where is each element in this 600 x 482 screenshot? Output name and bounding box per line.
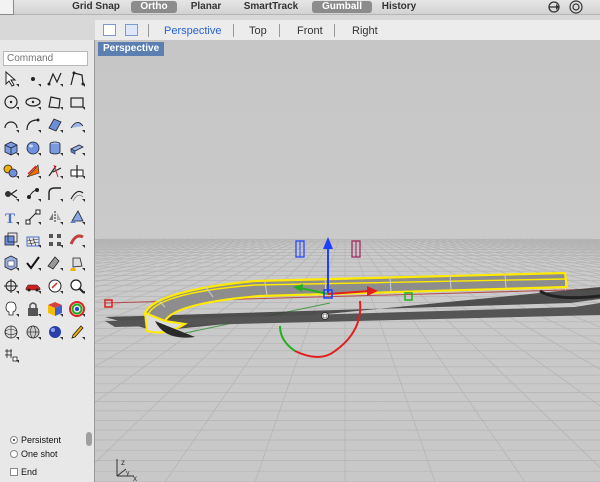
grid-sphere-icon[interactable] [2,323,20,341]
filter-icon[interactable] [547,0,561,14]
tab-top[interactable]: Top [249,24,267,38]
explode-icon[interactable] [2,185,20,203]
render-icon[interactable] [46,300,64,318]
one-shot-radio[interactable] [10,450,18,458]
axis-x-label: x [133,474,137,482]
smarttrack-toggle[interactable]: SmartTrack [239,1,303,13]
window-edge-button[interactable] [0,0,14,15]
select-arrow-icon[interactable] [2,70,20,88]
tab-front[interactable]: Front [297,24,323,38]
end-option[interactable]: End [10,466,37,478]
end-label: End [21,467,38,477]
perspective-viewport[interactable]: z y x Perspective [95,41,600,482]
color-wheel-icon[interactable] [68,300,86,318]
tab-right[interactable]: Right [352,24,378,38]
planar-toggle[interactable]: Planar [183,1,229,13]
polygon-icon[interactable] [46,93,64,111]
selected-object[interactable] [143,271,600,338]
cylinder-icon[interactable] [46,139,64,157]
polyline-icon[interactable] [68,70,86,88]
rhino-window: Grid Snap Ortho Planar SmartTrack Gumbal… [0,0,600,482]
ortho-toggle[interactable]: Ortho [131,1,177,13]
history-toggle[interactable]: History [376,1,422,13]
curve-icon[interactable] [46,70,64,88]
arc-icon[interactable] [2,116,20,134]
top-toolbar: Grid Snap Ortho Planar SmartTrack Gumbal… [0,0,600,15]
sphere-icon[interactable] [24,139,42,157]
zoom-icon[interactable] [68,277,86,295]
dimension-icon[interactable] [24,208,42,226]
array-icon[interactable] [2,231,20,249]
gumball-icon[interactable] [24,162,42,180]
extrude-icon[interactable] [68,139,86,157]
pipe-icon[interactable] [68,231,86,249]
target-icon[interactable] [569,0,583,14]
command-input[interactable] [3,51,88,66]
offset-icon[interactable] [68,185,86,203]
end-checkbox[interactable] [10,468,18,476]
circle-icon[interactable] [2,93,20,111]
snap-grid-icon[interactable] [2,346,20,364]
svg-text:T: T [5,211,15,226]
viewport-title-label[interactable]: Perspective [98,42,165,56]
paint-icon[interactable] [46,254,64,272]
single-viewport-icon[interactable] [103,24,116,36]
left-panel: T Persistent One shot End [0,40,95,482]
rectangle-icon[interactable] [68,93,86,111]
mesh-icon[interactable] [24,231,42,249]
paint-bucket-icon[interactable] [68,254,86,272]
loft-icon[interactable] [68,116,86,134]
persistent-label: Persistent [21,435,62,445]
persistent-option[interactable]: Persistent [10,434,61,446]
axis-y-label: y [126,470,130,477]
eyedropper-icon[interactable] [68,323,86,341]
viewport-tabs: Perspective Top Front Right [95,20,600,41]
blue-sphere-icon[interactable] [46,323,64,341]
panel-scrollbar[interactable] [86,432,92,446]
trim-icon[interactable] [46,162,64,180]
one-shot-option[interactable]: One shot [10,448,58,460]
join-icon[interactable] [24,185,42,203]
axis-z-label: z [121,458,125,467]
point-icon[interactable] [24,70,42,88]
viewport-scene: z y x [95,237,600,482]
mirror-icon[interactable] [46,208,64,226]
light-icon[interactable] [2,300,20,318]
lock-icon[interactable] [24,300,42,318]
text-icon[interactable]: T [2,208,20,226]
analyze-icon[interactable] [46,277,64,295]
gumball-rotate-y-arc[interactable] [279,325,296,352]
tab-perspective[interactable]: Perspective [164,24,221,38]
ellipse-icon[interactable] [24,93,42,111]
persistent-radio[interactable] [10,436,18,444]
check-icon[interactable] [24,254,42,272]
grid-snap-toggle[interactable]: Grid Snap [66,1,126,13]
box-icon[interactable] [2,139,20,157]
fillet-icon[interactable] [46,185,64,203]
layout-viewport-icon[interactable] [125,24,138,36]
freeform-icon[interactable] [24,116,42,134]
boolean-icon[interactable] [2,162,20,180]
car-icon[interactable] [24,277,42,295]
grid-icon[interactable] [46,231,64,249]
axis-indicator: z y x [116,458,137,482]
gumball-toggle[interactable]: Gumball [312,1,372,13]
globe-icon[interactable] [24,323,42,341]
move-icon[interactable] [2,277,20,295]
material-icon[interactable] [2,254,20,272]
surface-icon[interactable] [46,116,64,134]
one-shot-label: One shot [21,449,58,459]
split-icon[interactable] [68,162,86,180]
scale-icon[interactable] [68,208,86,226]
